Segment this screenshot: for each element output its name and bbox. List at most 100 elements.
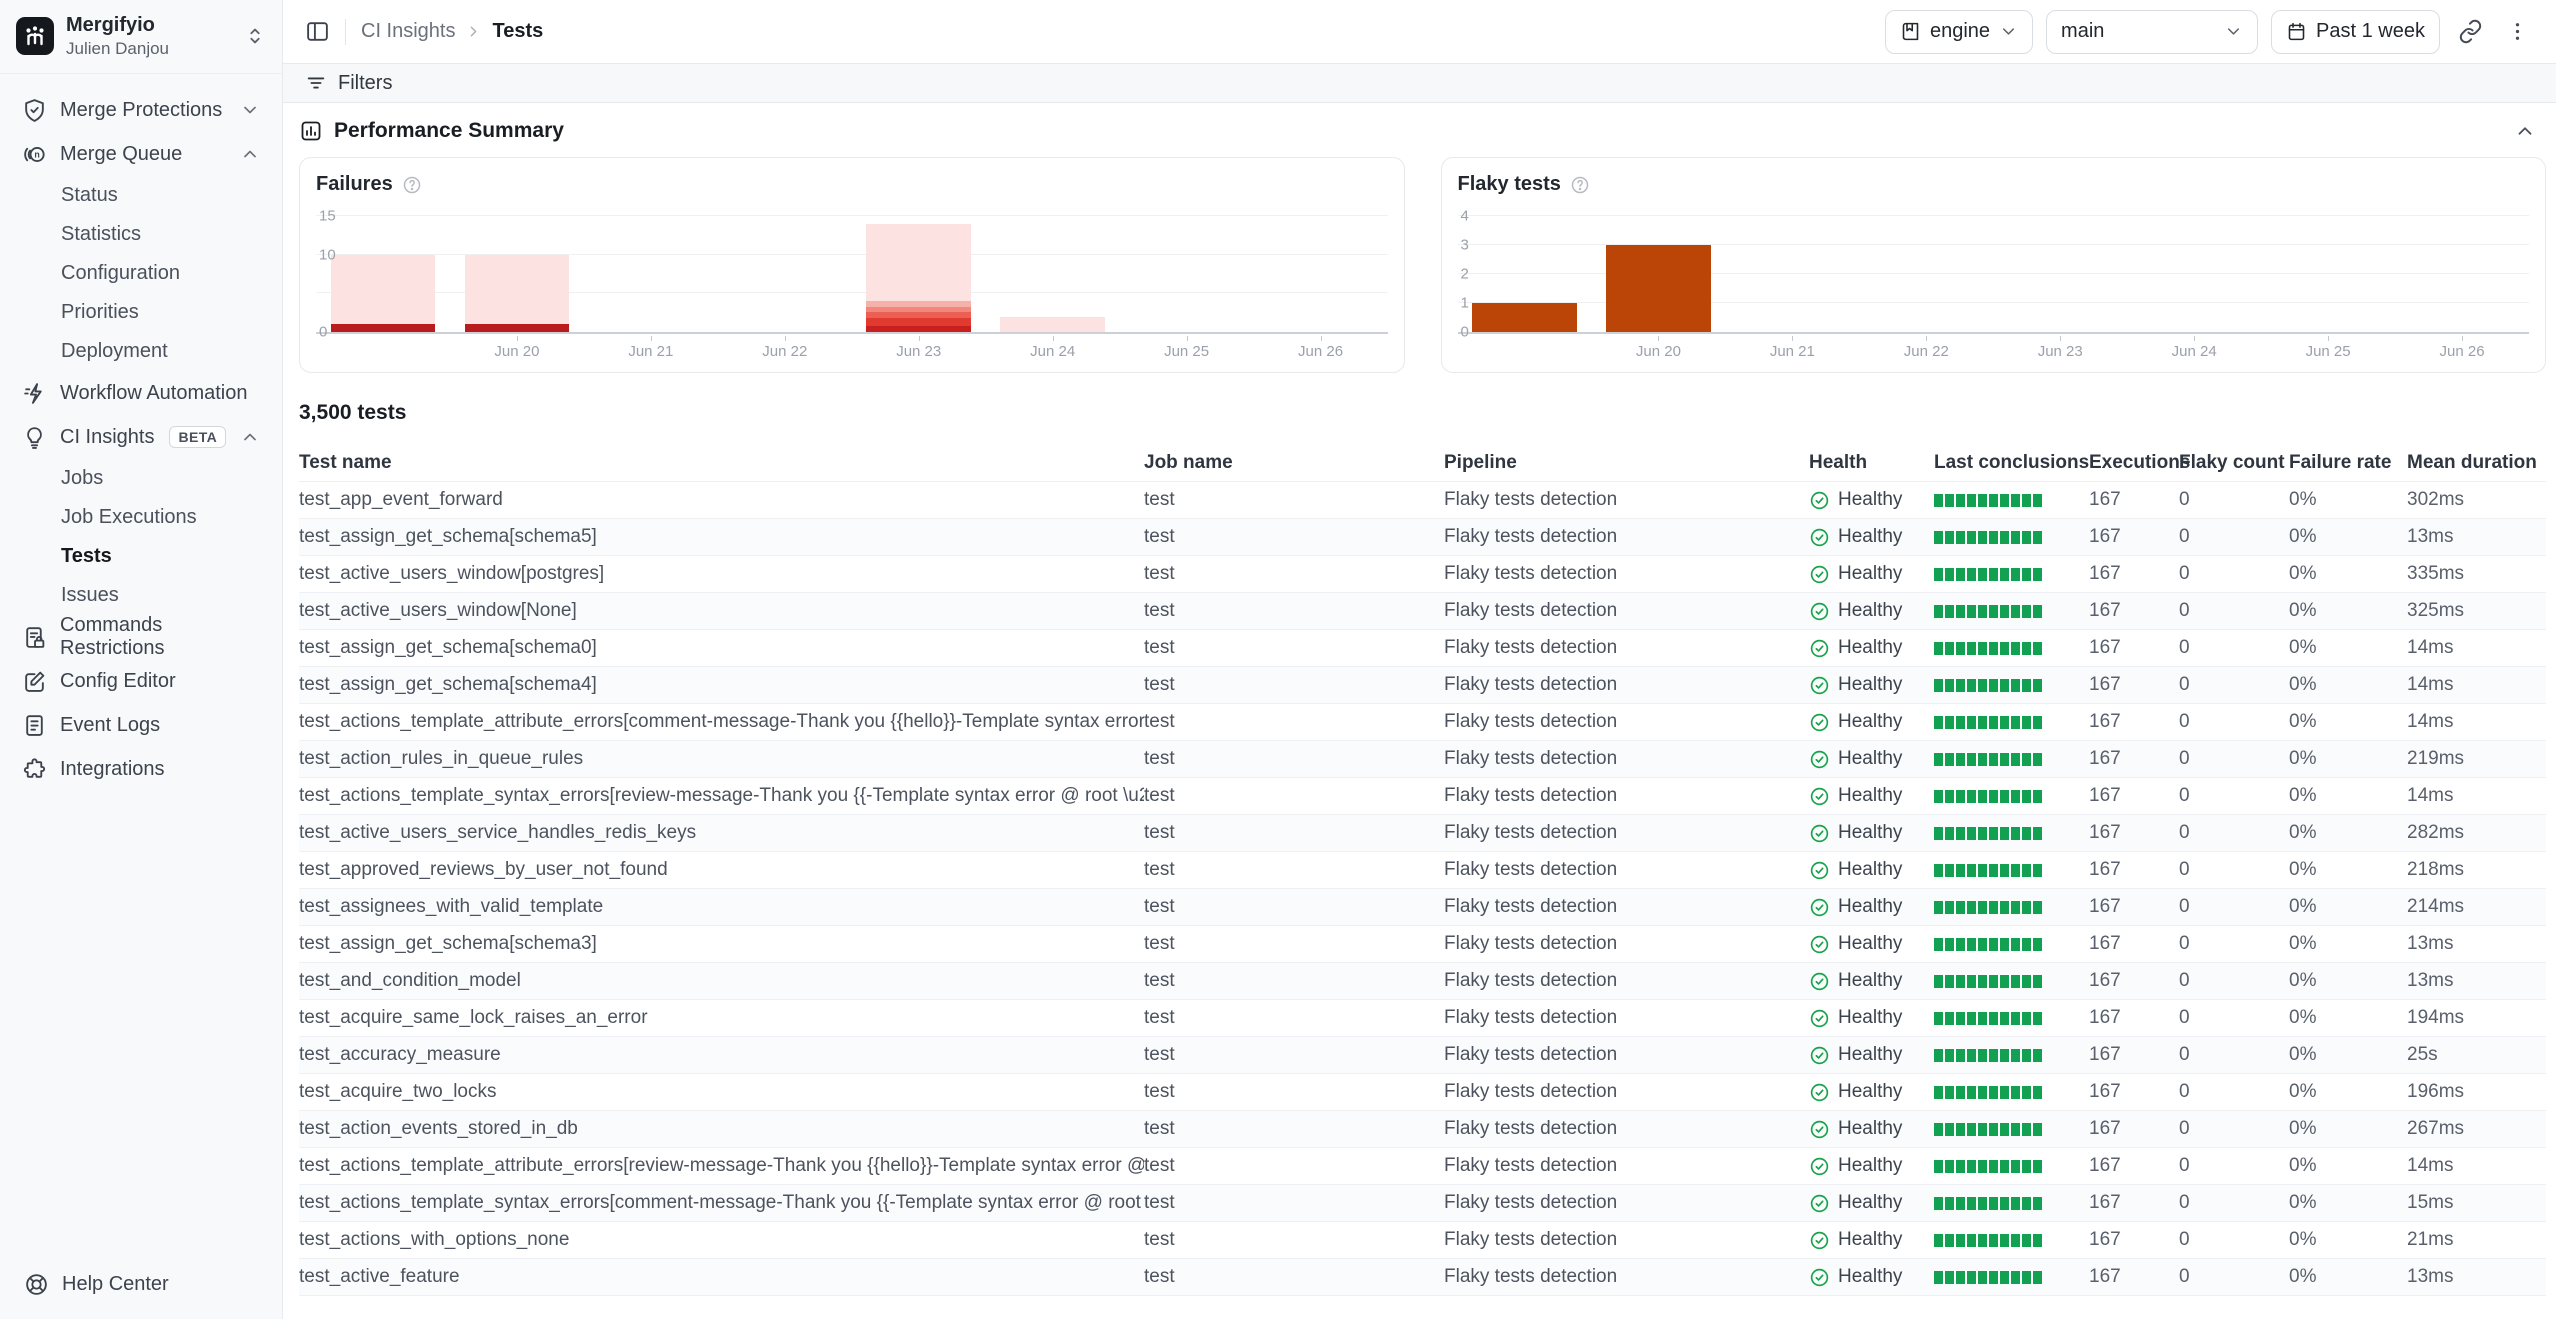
conclusion-square — [1978, 1271, 1987, 1284]
table-row[interactable]: test_actions_template_syntax_errors[comm… — [299, 1184, 2546, 1221]
conclusion-square — [1934, 531, 1943, 544]
bar-jun-24 — [1000, 317, 1104, 332]
conclusion-square — [2011, 1271, 2020, 1284]
conclusion-square — [2011, 1086, 2020, 1099]
table-row[interactable]: test_action_rules_in_queue_rulestestFlak… — [299, 740, 2546, 777]
chart-slot-jun-24 — [2127, 210, 2261, 332]
conclusion-square — [1967, 1271, 1976, 1284]
file-lock-icon — [22, 625, 47, 650]
last-conclusions-bar — [1934, 716, 2075, 729]
conclusion-square — [2000, 1049, 2009, 1062]
cell-health: Healthy — [1809, 896, 1934, 918]
conclusion-square — [1978, 1160, 1987, 1173]
help-icon[interactable] — [1570, 175, 1590, 195]
conclusion-square — [1934, 790, 1943, 803]
cell-job-name: test — [1144, 785, 1444, 807]
table-row[interactable]: test_acquire_two_lockstestFlaky tests de… — [299, 1073, 2546, 1110]
shield-check-icon — [22, 98, 47, 123]
help-center-button[interactable]: Help Center — [0, 1254, 282, 1319]
cell-executions: 167 — [2089, 822, 2179, 844]
copy-link-button[interactable] — [2453, 19, 2488, 44]
cell-last-conclusions — [1934, 531, 2089, 544]
table-row[interactable]: test_app_event_forwardtestFlaky tests de… — [299, 481, 2546, 518]
conclusion-square — [2022, 901, 2031, 914]
branch-select[interactable]: main — [2046, 10, 2258, 54]
conclusion-square — [1956, 864, 1965, 877]
cell-executions: 167 — [2089, 896, 2179, 918]
sidebar-item-workflow-automation[interactable]: Workflow Automation — [12, 371, 270, 415]
performance-summary-header: Performance Summary — [299, 108, 2546, 154]
cell-failure-rate: 0% — [2289, 822, 2407, 844]
collapse-section-button[interactable] — [2514, 120, 2536, 142]
conclusion-square — [2000, 938, 2009, 951]
sidebar-toggle-button[interactable] — [305, 19, 330, 44]
sidebar-item-integrations[interactable]: Integrations — [12, 747, 270, 791]
conclusion-square — [1945, 494, 1954, 507]
table-row[interactable]: test_actions_template_attribute_errors[c… — [299, 703, 2546, 740]
table-row[interactable]: test_assign_get_schema[schema4]testFlaky… — [299, 666, 2546, 703]
last-conclusions-bar — [1934, 901, 2075, 914]
table-row[interactable]: test_assign_get_schema[schema0]testFlaky… — [299, 629, 2546, 666]
sidebar-item-config-editor[interactable]: Config Editor — [12, 659, 270, 703]
sidebar-item-commands-restrictions[interactable]: Commands Restrictions — [12, 615, 270, 659]
link-icon — [2458, 19, 2483, 44]
check-circle-icon — [1809, 564, 1830, 585]
table-row[interactable]: test_assignees_with_valid_templatetestFl… — [299, 888, 2546, 925]
table-row[interactable]: test_actions_template_syntax_errors[revi… — [299, 777, 2546, 814]
sidebar-item-merge-protections[interactable]: Merge Protections — [12, 88, 270, 132]
conclusion-square — [1956, 1123, 1965, 1136]
conclusion-square — [2022, 605, 2031, 618]
filters-button[interactable]: Filters — [305, 72, 392, 95]
cell-last-conclusions — [1934, 1049, 2089, 1062]
breadcrumb-section[interactable]: CI Insights — [361, 20, 455, 43]
table-row[interactable]: test_active_featuretestFlaky tests detec… — [299, 1258, 2546, 1295]
repository-select[interactable]: engine — [1885, 10, 2033, 54]
cell-failure-rate: 0% — [2289, 1007, 2407, 1029]
sidebar-item-configuration[interactable]: Configuration — [12, 254, 270, 293]
cell-test-name: test_active_users_service_handles_redis_… — [299, 822, 1144, 844]
more-menu-button[interactable] — [2501, 20, 2534, 43]
sidebar-item-issues[interactable]: Issues — [12, 576, 270, 615]
table-row[interactable]: test_actions_template_attribute_errors[r… — [299, 1147, 2546, 1184]
sidebar-item-status[interactable]: Status — [12, 176, 270, 215]
sidebar-item-deployment[interactable]: Deployment — [12, 332, 270, 371]
sidebar-item-event-logs[interactable]: Event Logs — [12, 703, 270, 747]
table-row[interactable]: test_accuracy_measuretestFlaky tests det… — [299, 1036, 2546, 1073]
cell-test-name: test_actions_with_options_none — [299, 1229, 1144, 1251]
conclusion-square — [1945, 1234, 1954, 1247]
cell-job-name: test — [1144, 748, 1444, 770]
table-row[interactable]: test_actions_with_options_nonetestFlaky … — [299, 1221, 2546, 1258]
health-label: Healthy — [1838, 1118, 1902, 1140]
workspace-switcher[interactable]: Mergifyio Julien Danjou — [0, 0, 282, 74]
column-header-executions: Executions — [2089, 452, 2179, 474]
table-row[interactable]: test_action_events_stored_in_dbtestFlaky… — [299, 1110, 2546, 1147]
table-row[interactable]: test_approved_reviews_by_user_not_foundt… — [299, 851, 2546, 888]
date-range-button[interactable]: Past 1 week — [2271, 10, 2440, 54]
help-icon[interactable] — [402, 175, 422, 195]
conclusion-square — [2011, 568, 2020, 581]
content: Performance Summary Failures 01015 Jun 2… — [283, 103, 2556, 1319]
table-row[interactable]: test_and_condition_modeltestFlaky tests … — [299, 962, 2546, 999]
sidebar-item-tests[interactable]: Tests — [12, 537, 270, 576]
column-header-mean-duration: Mean duration — [2407, 452, 2546, 474]
conclusion-square — [2022, 1271, 2031, 1284]
table-row[interactable]: test_active_users_service_handles_redis_… — [299, 814, 2546, 851]
table-row[interactable]: test_acquire_same_lock_raises_an_errorte… — [299, 999, 2546, 1036]
conclusion-square — [1934, 642, 1943, 655]
sidebar-item-job-executions[interactable]: Job Executions — [12, 498, 270, 537]
conclusion-square — [1934, 1160, 1943, 1173]
table-row[interactable]: test_active_users_window[None]testFlaky … — [299, 592, 2546, 629]
sidebar-item-priorities[interactable]: Priorities — [12, 293, 270, 332]
sidebar-item-jobs[interactable]: Jobs — [12, 459, 270, 498]
conclusion-square — [1945, 1160, 1954, 1173]
table-row[interactable]: test_assign_get_schema[schema3]testFlaky… — [299, 925, 2546, 962]
x-axis-label — [1458, 336, 1592, 362]
sidebar-item-ci-insights[interactable]: CI InsightsBETA — [12, 415, 270, 459]
table-row[interactable]: test_assign_get_schema[schema5]testFlaky… — [299, 518, 2546, 555]
health-label: Healthy — [1838, 674, 1902, 696]
chart-bars — [1458, 210, 2530, 332]
table-row[interactable]: test_active_users_window[postgres]testFl… — [299, 555, 2546, 592]
sidebar-item-statistics[interactable]: Statistics — [12, 215, 270, 254]
sidebar-item-merge-queue[interactable]: nMerge Queue — [12, 132, 270, 176]
conclusion-square — [1978, 679, 1987, 692]
